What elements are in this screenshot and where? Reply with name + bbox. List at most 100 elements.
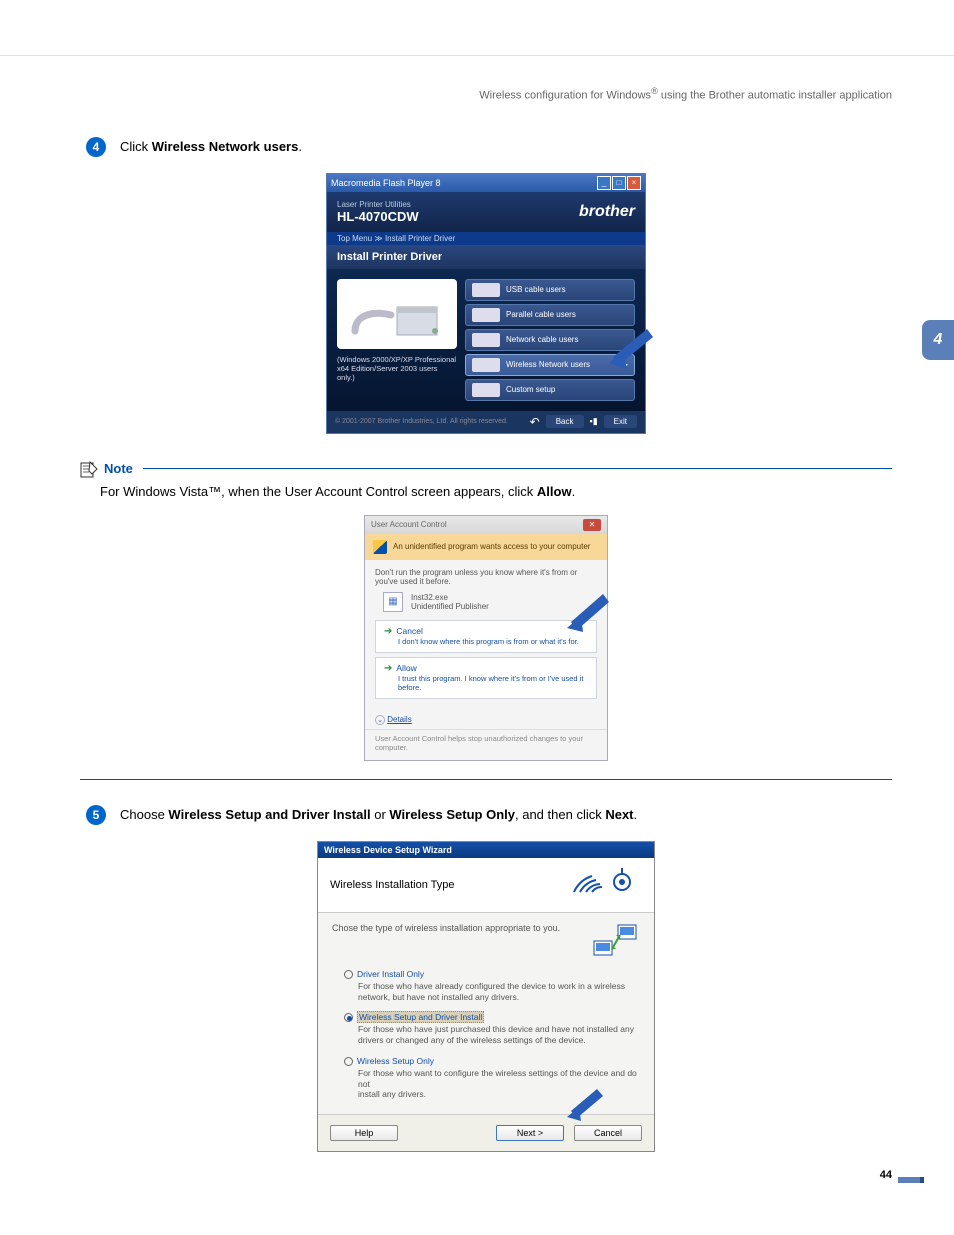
uac-banner-text: An unidentified program wants access to … bbox=[393, 542, 590, 551]
note-divider bbox=[143, 468, 892, 469]
uac-file-row: ▦ Inst32.exe Unidentified Publisher bbox=[383, 592, 597, 612]
flash-body: (Windows 2000/XP/XP Professional x64 Edi… bbox=[327, 269, 645, 411]
uac-title-text: User Account Control bbox=[371, 520, 447, 529]
custom-icon bbox=[472, 383, 500, 397]
step-5-bold2: Wireless Setup Only bbox=[389, 807, 515, 822]
uac-file-publisher: Unidentified Publisher bbox=[411, 602, 489, 611]
option-usb[interactable]: USB cable users bbox=[465, 279, 635, 301]
wizard-titlebar: Wireless Device Setup Wizard bbox=[318, 842, 654, 858]
wizard-opt-setup-and-driver[interactable]: Wireless Setup and Driver Install For th… bbox=[344, 1012, 640, 1046]
step-5-pre: Choose bbox=[120, 807, 168, 822]
flash-titlebar: Macromedia Flash Player 8 _ □ × bbox=[327, 174, 645, 192]
uac-allow-choice[interactable]: ➔ Allow I trust this program. I know wher… bbox=[375, 657, 597, 699]
arrow-right-icon: ➔ bbox=[384, 626, 392, 637]
opt3-title: Wireless Setup Only bbox=[357, 1056, 434, 1066]
uac-banner: An unidentified program wants access to … bbox=[365, 534, 607, 560]
uac-dont-run: Don't run the program unless you know wh… bbox=[375, 568, 597, 586]
install-driver-label: Install Printer Driver bbox=[327, 245, 645, 269]
radio-selected-icon bbox=[344, 1013, 353, 1022]
minimize-icon[interactable]: _ bbox=[597, 176, 611, 190]
step-5-badge: 5 bbox=[86, 805, 106, 825]
option-network-label: Network cable users bbox=[506, 335, 578, 344]
step-5-text: Choose Wireless Setup and Driver Install… bbox=[120, 807, 637, 822]
option-custom[interactable]: Custom setup bbox=[465, 379, 635, 401]
page-header: Wireless configuration for Windows® usin… bbox=[0, 56, 954, 112]
callout-arrow-icon bbox=[567, 584, 617, 634]
help-button[interactable]: Help bbox=[330, 1125, 398, 1141]
exit-door-icon[interactable]: ▪▮ bbox=[590, 416, 598, 427]
uac-titlebar: User Account Control ✕ bbox=[365, 516, 607, 534]
step-4-pre: Click bbox=[120, 139, 152, 154]
wizard-head-title: Wireless Installation Type bbox=[330, 879, 455, 891]
maximize-icon[interactable]: □ bbox=[612, 176, 626, 190]
uac-cancel-title: Cancel bbox=[396, 626, 422, 636]
network-devices-icon bbox=[590, 923, 640, 959]
note-text-post: . bbox=[572, 484, 576, 499]
usb-icon bbox=[472, 283, 500, 297]
uac-close-icon[interactable]: ✕ bbox=[583, 519, 601, 531]
option-wireless-label: Wireless Network users bbox=[506, 360, 590, 369]
note-text-bold: Allow bbox=[537, 484, 572, 499]
note-label: Note bbox=[104, 461, 133, 476]
radio-icon bbox=[344, 970, 353, 979]
step-4-row: 4 Click Wireless Network users. bbox=[86, 137, 892, 157]
back-button[interactable]: Back bbox=[546, 415, 584, 428]
page-number: 44 bbox=[880, 1169, 892, 1181]
note-text: For Windows Vista™, when the User Accoun… bbox=[100, 484, 892, 499]
header-sup: ® bbox=[651, 86, 658, 96]
exit-button[interactable]: Exit bbox=[604, 415, 637, 428]
back-arrow-icon[interactable]: ↶ bbox=[530, 415, 540, 429]
flash-left-note: (Windows 2000/XP/XP Professional x64 Edi… bbox=[337, 355, 457, 382]
flash-header: Laser Printer Utilities HL-4070CDW broth… bbox=[327, 192, 645, 232]
uac-allow-desc: I trust this program. I know where it's … bbox=[398, 674, 588, 692]
brother-logo: brother bbox=[579, 203, 635, 221]
next-button[interactable]: Next > bbox=[496, 1125, 564, 1141]
arrow-right-icon: ➔ bbox=[384, 663, 392, 674]
callout-arrow-icon bbox=[609, 317, 663, 371]
uac-file-name: Inst32.exe bbox=[411, 593, 489, 602]
printer-illustration bbox=[337, 279, 457, 349]
opt1-title: Driver Install Only bbox=[357, 969, 424, 979]
step-5-mid2: , and then click bbox=[515, 807, 605, 822]
printer-icon bbox=[347, 289, 447, 349]
step-4-text: Click Wireless Network users. bbox=[120, 139, 302, 154]
step-4-badge: 4 bbox=[86, 137, 106, 157]
step-4-post: . bbox=[298, 139, 302, 154]
opt2-desc: For those who have just purchased this d… bbox=[358, 1024, 640, 1045]
wizard-screenshot: Wireless Device Setup Wizard Wireless In… bbox=[317, 841, 655, 1152]
uac-details-label: Details bbox=[387, 715, 411, 724]
wizard-prompt: Chose the type of wireless installation … bbox=[332, 923, 560, 933]
header-post: using the Brother automatic installer ap… bbox=[658, 90, 892, 102]
uac-body: Don't run the program unless you know wh… bbox=[365, 560, 607, 711]
note-end-divider bbox=[80, 779, 892, 780]
step-5-mid: or bbox=[371, 807, 390, 822]
wizard-opt-driver-only[interactable]: Driver Install Only For those who have a… bbox=[344, 969, 640, 1003]
uac-cancel-choice[interactable]: ➔ Cancel I don't know where this program … bbox=[375, 620, 597, 653]
uac-allow-title: Allow bbox=[396, 663, 416, 673]
opt3-desc-post: install any drivers. bbox=[358, 1089, 426, 1099]
uac-cancel-desc: I don't know where this program is from … bbox=[398, 637, 588, 646]
option-parallel-label: Parallel cable users bbox=[506, 310, 576, 319]
cancel-button[interactable]: Cancel bbox=[574, 1125, 642, 1141]
wifi-icon bbox=[572, 868, 642, 902]
opt1-desc: For those who have already configured th… bbox=[358, 981, 640, 1002]
close-icon[interactable]: × bbox=[627, 176, 641, 190]
shield-icon bbox=[373, 540, 387, 554]
wizard-header: Wireless Installation Type bbox=[318, 858, 654, 913]
uac-screenshot: User Account Control ✕ An unidentified p… bbox=[364, 515, 608, 761]
uac-details[interactable]: ⌄ Details bbox=[365, 711, 607, 729]
flash-left-panel: (Windows 2000/XP/XP Professional x64 Edi… bbox=[337, 279, 457, 401]
wireless-icon bbox=[472, 358, 500, 372]
parallel-icon bbox=[472, 308, 500, 322]
top-bar bbox=[0, 0, 954, 56]
header-pre: Wireless configuration for Windows bbox=[479, 90, 651, 102]
window-controls: _ □ × bbox=[597, 176, 641, 190]
flash-breadcrumb: Top Menu ≫ Install Printer Driver bbox=[327, 232, 645, 245]
chapter-side-tab: 4 bbox=[922, 320, 954, 360]
uac-footer: User Account Control helps stop unauthor… bbox=[365, 729, 607, 760]
flash-model: HL-4070CDW bbox=[337, 209, 419, 224]
flash-copyright: © 2001-2007 Brother Industries, Ltd. All… bbox=[335, 418, 508, 425]
flash-sub: Laser Printer Utilities bbox=[337, 200, 419, 209]
radio-icon bbox=[344, 1057, 353, 1066]
step-5-bold1: Wireless Setup and Driver Install bbox=[168, 807, 370, 822]
